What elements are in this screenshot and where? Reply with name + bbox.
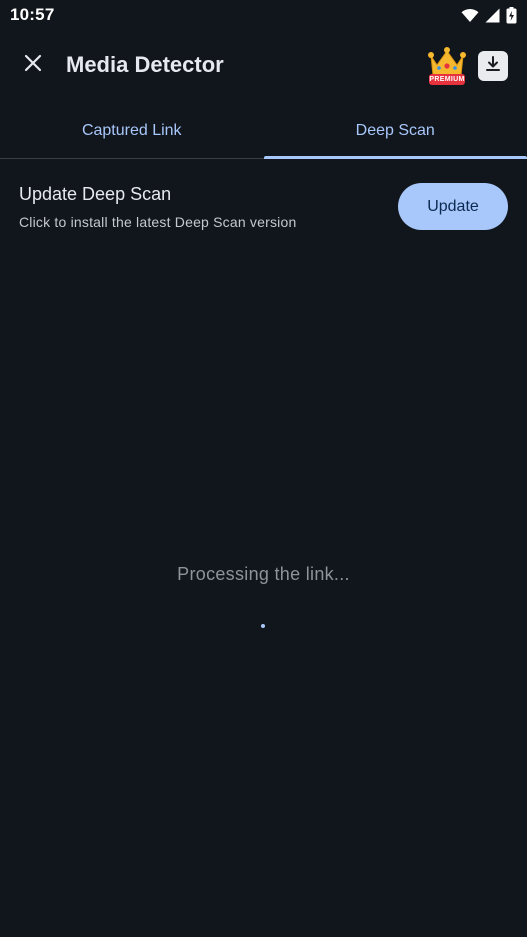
update-description: Click to install the latest Deep Scan ve…	[19, 214, 297, 230]
status-bar: 10:57	[0, 0, 527, 30]
update-title: Update Deep Scan	[19, 184, 172, 204]
close-icon	[24, 54, 42, 77]
tab-bar: Captured Link Deep Scan	[0, 104, 527, 159]
update-button[interactable]: Update	[398, 183, 508, 230]
page-title: Media Detector	[66, 52, 224, 77]
app-bar: Media Detector PREMIUM	[0, 40, 527, 92]
premium-button[interactable]: PREMIUM	[426, 46, 468, 88]
screen: 10:57 Media Detector PREMIUM Captured Li…	[0, 0, 527, 937]
close-button[interactable]	[16, 48, 50, 82]
processing-text: Processing the link...	[177, 564, 350, 584]
premium-badge: PREMIUM	[429, 74, 465, 85]
tab-captured-link[interactable]: Captured Link	[0, 104, 264, 158]
tab-deep-scan[interactable]: Deep Scan	[263, 104, 527, 159]
status-time: 10:57	[10, 5, 55, 24]
loading-spinner	[261, 624, 265, 628]
download-button[interactable]	[478, 51, 508, 81]
cell-signal-icon	[485, 8, 500, 23]
status-icons	[461, 6, 517, 24]
download-icon	[484, 55, 502, 78]
battery-icon	[506, 6, 517, 24]
wifi-icon	[461, 8, 479, 23]
